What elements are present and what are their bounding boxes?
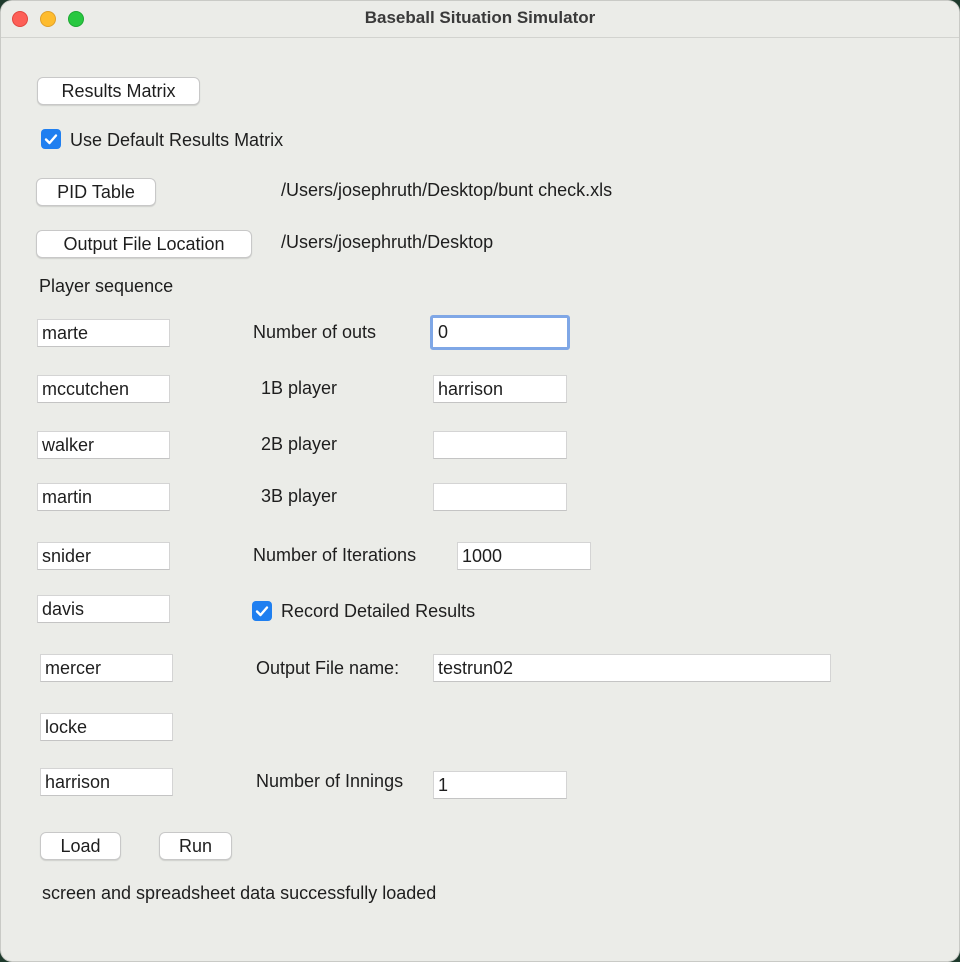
- second-base-field[interactable]: [433, 431, 567, 459]
- iterations-label: Number of Iterations: [253, 545, 417, 565]
- outs-label: Number of outs: [253, 322, 377, 342]
- player-4-field[interactable]: [37, 483, 170, 511]
- outs-field[interactable]: [430, 315, 570, 350]
- player-6-field[interactable]: [37, 595, 170, 623]
- third-base-field[interactable]: [433, 483, 567, 511]
- use-default-label: Use Default Results Matrix: [70, 130, 284, 150]
- first-base-label: 1B player: [261, 378, 338, 398]
- third-base-label: 3B player: [261, 486, 338, 506]
- output-location-button[interactable]: Output File Location: [36, 230, 252, 258]
- player-7-field[interactable]: [40, 654, 173, 682]
- results-matrix-button[interactable]: Results Matrix: [37, 77, 200, 105]
- output-location-path: /Users/josephruth/Desktop: [281, 232, 494, 252]
- record-detailed-checkbox[interactable]: [252, 601, 272, 621]
- player-2-field[interactable]: [37, 375, 170, 403]
- player-5-field[interactable]: [37, 542, 170, 570]
- status-message: screen and spreadsheet data successfully…: [42, 883, 437, 903]
- record-detailed-label: Record Detailed Results: [281, 601, 476, 621]
- use-default-checkbox[interactable]: [41, 129, 61, 149]
- second-base-label: 2B player: [261, 434, 338, 454]
- player-9-field[interactable]: [40, 768, 173, 796]
- output-name-label: Output File name:: [256, 658, 400, 678]
- checkmark-icon: [44, 134, 58, 145]
- pid-table-path: /Users/josephruth/Desktop/bunt check.xls: [281, 180, 613, 200]
- iterations-field[interactable]: [457, 542, 591, 570]
- window-title: Baseball Situation Simulator: [364, 8, 596, 27]
- run-button[interactable]: Run: [159, 832, 232, 860]
- output-name-field[interactable]: [433, 654, 831, 682]
- player-3-field[interactable]: [37, 431, 170, 459]
- load-button[interactable]: Load: [40, 832, 121, 860]
- innings-label: Number of Innings: [256, 771, 404, 791]
- player-1-field[interactable]: [37, 319, 170, 347]
- checkmark-icon: [255, 606, 269, 617]
- player-sequence-label: Player sequence: [39, 276, 174, 296]
- player-8-field[interactable]: [40, 713, 173, 741]
- app-window: Baseball Situation Simulator Results Mat…: [0, 0, 960, 962]
- title-bar: Baseball Situation Simulator: [1, 1, 959, 38]
- pid-table-button[interactable]: PID Table: [36, 178, 156, 206]
- innings-field[interactable]: [433, 771, 567, 799]
- first-base-field[interactable]: [433, 375, 567, 403]
